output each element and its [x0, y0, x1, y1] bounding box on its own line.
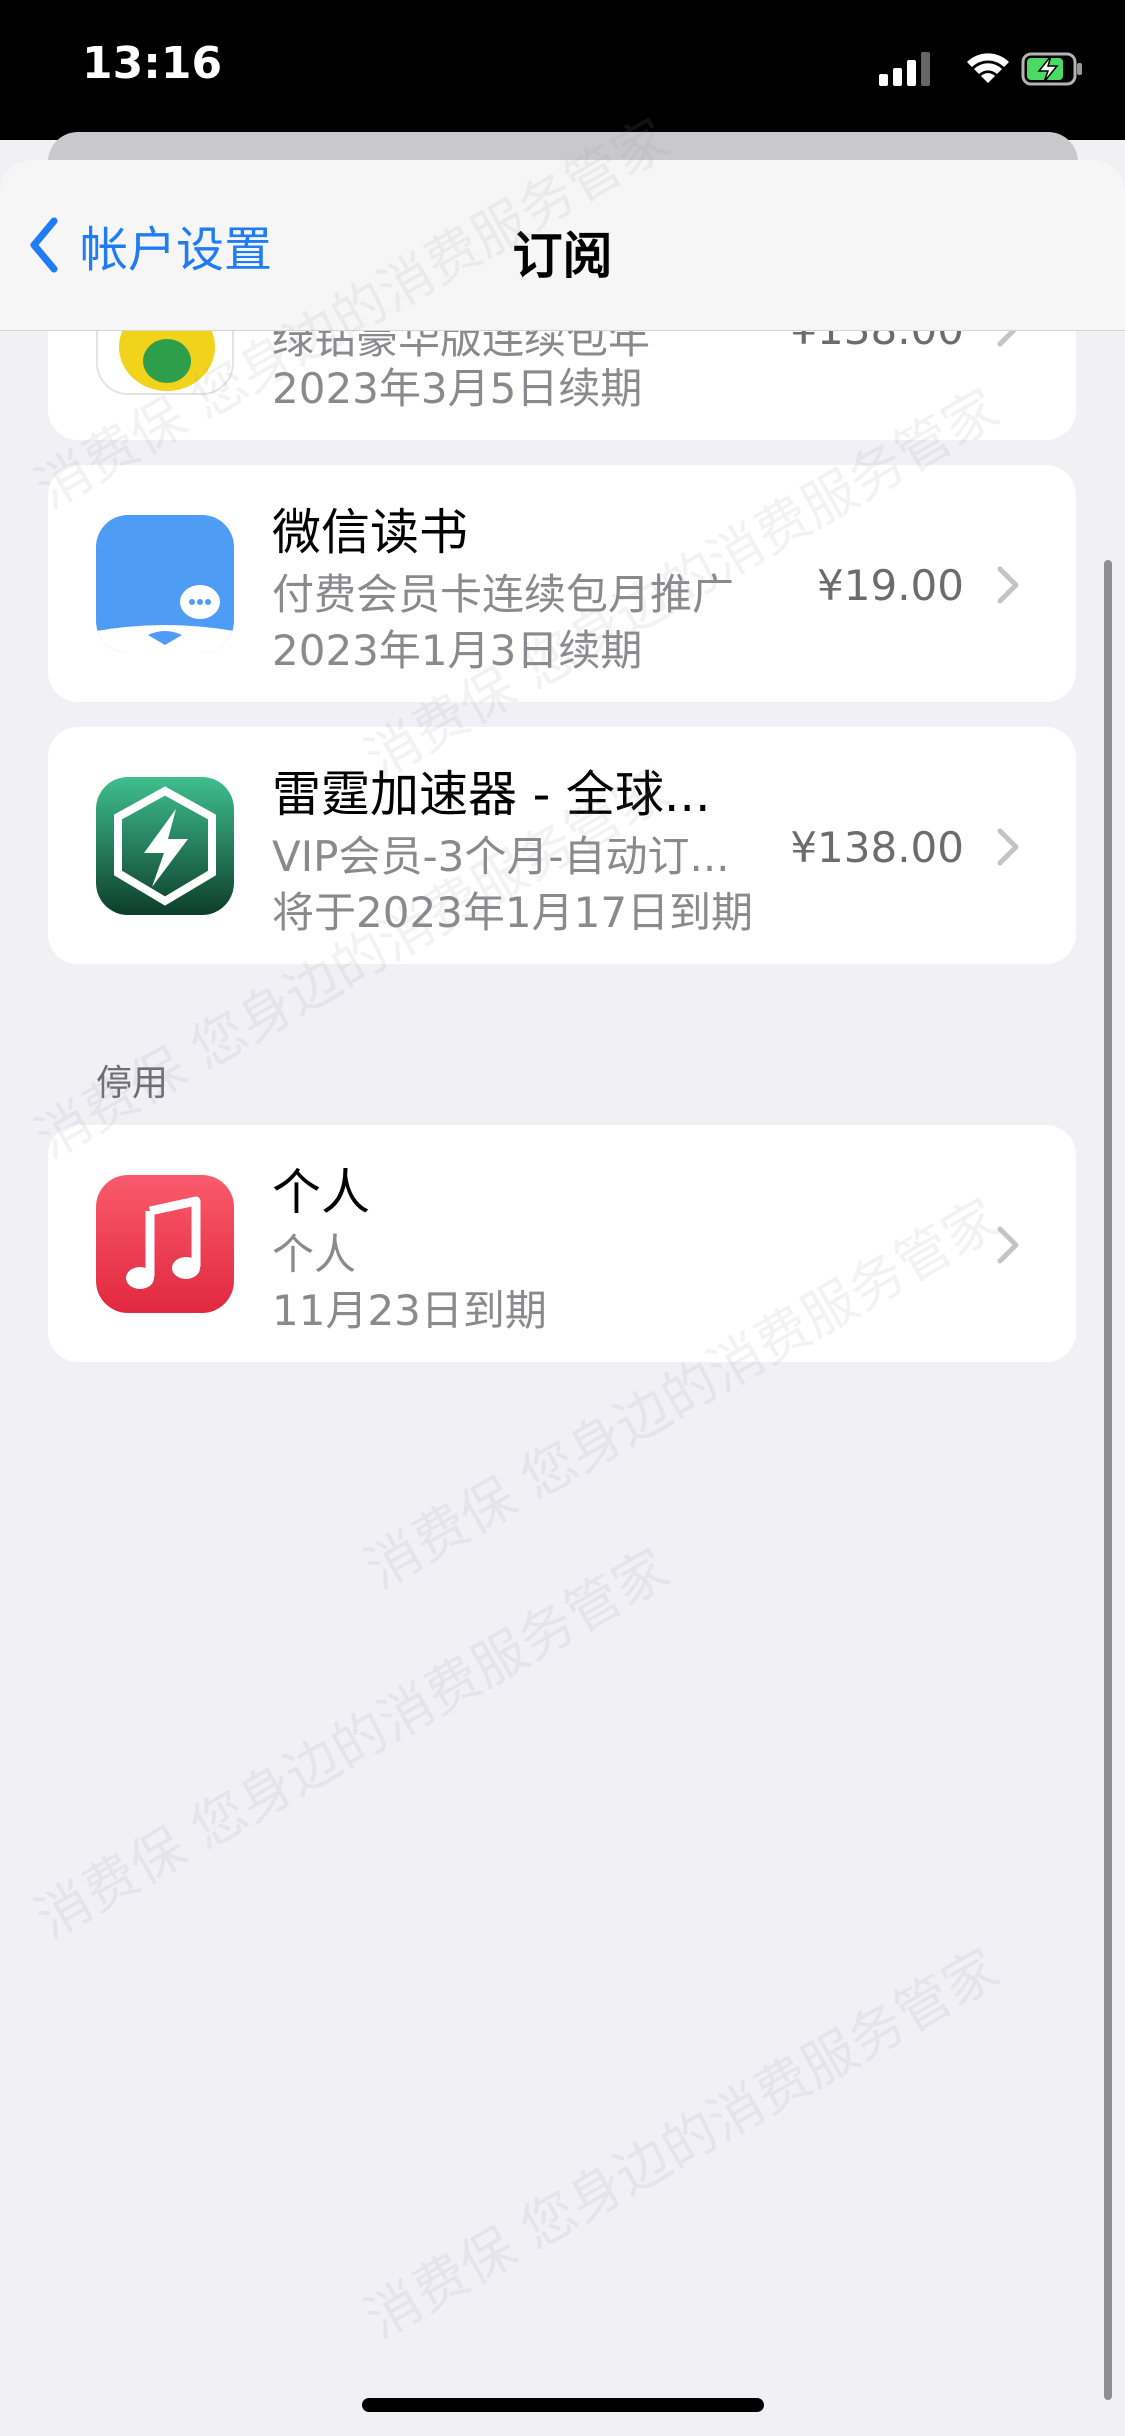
navigation-bar: 帐户设置 订阅	[0, 160, 1125, 331]
home-indicator[interactable]	[362, 2398, 764, 2412]
row-title: 个人	[272, 1164, 371, 1221]
chevron-right-icon	[997, 828, 1019, 866]
chevron-right-icon	[997, 566, 1019, 604]
page-title: 订阅	[512, 227, 613, 285]
row-date: 2023年3月5日续期	[272, 364, 643, 413]
music-icon	[96, 1175, 234, 1313]
subscription-row[interactable]: 个人 个人 11月23日到期	[48, 1125, 1076, 1362]
chevron-right-icon	[997, 1226, 1019, 1264]
row-subtitle: 付费会员卡连续包月推广	[272, 570, 735, 619]
subscriptions-list: 绿钻豪华版连续包年 2023年3月5日续期 ¥138.00 微信读书 付费会员卡…	[0, 0, 1125, 2436]
section-header-inactive: 停用	[96, 1063, 169, 1104]
subscription-row[interactable]: 微信读书 付费会员卡连续包月推广 2023年1月3日续期 ¥19.00	[48, 465, 1076, 702]
row-subtitle: VIP会员-3个月-自动订...	[272, 832, 730, 881]
row-title: 雷霆加速器 - 全球...	[272, 766, 711, 823]
row-price: ¥19.00	[817, 561, 964, 610]
row-price: ¥138.00	[790, 823, 964, 872]
subscription-row[interactable]: 雷霆加速器 - 全球... VIP会员-3个月-自动订... 将于2023年1月…	[48, 727, 1076, 964]
row-subtitle: 个人	[272, 1230, 357, 1279]
row-date: 11月23日到期	[272, 1286, 547, 1335]
scrollbar[interactable]	[1104, 560, 1112, 2400]
row-date: 2023年1月3日续期	[272, 626, 643, 675]
weread-icon	[96, 515, 234, 653]
row-title: 微信读书	[272, 504, 469, 561]
row-date: 将于2023年1月17日到期	[272, 888, 754, 937]
thunder-vpn-icon	[96, 777, 234, 915]
